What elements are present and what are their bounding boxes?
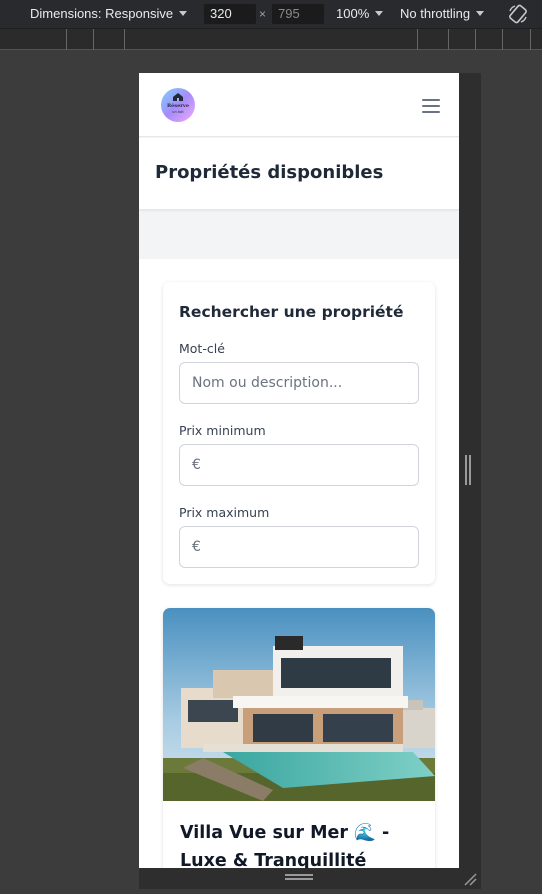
height-input[interactable]: 795	[272, 4, 324, 24]
resize-corner-icon[interactable]	[462, 871, 478, 887]
ruler-tick	[66, 29, 67, 50]
zoom-label: 100%	[336, 6, 370, 21]
euro-icon: €	[192, 539, 201, 555]
throttling-dropdown[interactable]: No throttling	[400, 6, 485, 21]
property-card[interactable]: Villa Vue sur Mer 🌊 - Luxe & Tranquillit…	[163, 608, 435, 868]
resize-handle-right[interactable]	[465, 455, 473, 485]
ruler-tick	[530, 29, 531, 50]
rotate-icon[interactable]	[507, 3, 529, 25]
logo-text: Réserve	[166, 103, 190, 109]
property-title[interactable]: Villa Vue sur Mer 🌊 - Luxe & Tranquillit…	[180, 819, 420, 868]
property-image[interactable]	[163, 608, 435, 801]
site-logo[interactable]: Réserve un toit	[161, 88, 195, 122]
chevron-down-icon	[375, 11, 384, 16]
search-title: Rechercher une propriété	[179, 303, 404, 321]
ruler-tick	[93, 29, 94, 50]
width-input[interactable]: 320	[204, 4, 256, 24]
resize-handle-bottom[interactable]	[285, 874, 313, 882]
hamburger-menu-icon[interactable]	[420, 97, 442, 115]
ruler-tick	[448, 29, 449, 50]
devtools-device-toolbar: Dimensions: Responsive 320 × 795 100% No…	[0, 0, 542, 29]
site-header: Réserve un toit	[139, 73, 459, 137]
keyword-placeholder: Nom ou description...	[192, 375, 343, 391]
ruler-tick	[475, 29, 476, 50]
max-price-input[interactable]: €	[179, 526, 419, 568]
keyword-input[interactable]: Nom ou description...	[179, 362, 419, 404]
throttling-label: No throttling	[400, 6, 471, 21]
page-title: Propriétés disponibles	[155, 162, 384, 183]
min-price-input[interactable]: €	[179, 444, 419, 486]
ruler-tick	[124, 29, 125, 50]
logo-subtext: un toit	[172, 110, 184, 114]
ruler-tick	[502, 29, 503, 50]
house-icon	[173, 93, 183, 101]
euro-icon: €	[192, 457, 201, 473]
keyword-label: Mot-clé	[179, 341, 225, 356]
chevron-down-icon	[179, 11, 188, 16]
dimensions-dropdown[interactable]: Dimensions: Responsive	[30, 6, 188, 21]
min-price-label: Prix minimum	[179, 423, 266, 438]
ruler-tick	[417, 29, 418, 50]
media-query-bar	[0, 29, 542, 50]
times-separator: ×	[259, 7, 267, 21]
chevron-down-icon	[476, 11, 485, 16]
max-price-label: Prix maximum	[179, 505, 270, 520]
search-card: Rechercher une propriété Mot-clé Nom ou …	[163, 282, 435, 584]
dimensions-label: Dimensions: Responsive	[30, 6, 174, 21]
page-header: Propriétés disponibles	[139, 138, 459, 210]
zoom-dropdown[interactable]: 100%	[336, 6, 384, 21]
device-viewport: Réserve un toit Propriétés disponibles R…	[139, 73, 459, 868]
